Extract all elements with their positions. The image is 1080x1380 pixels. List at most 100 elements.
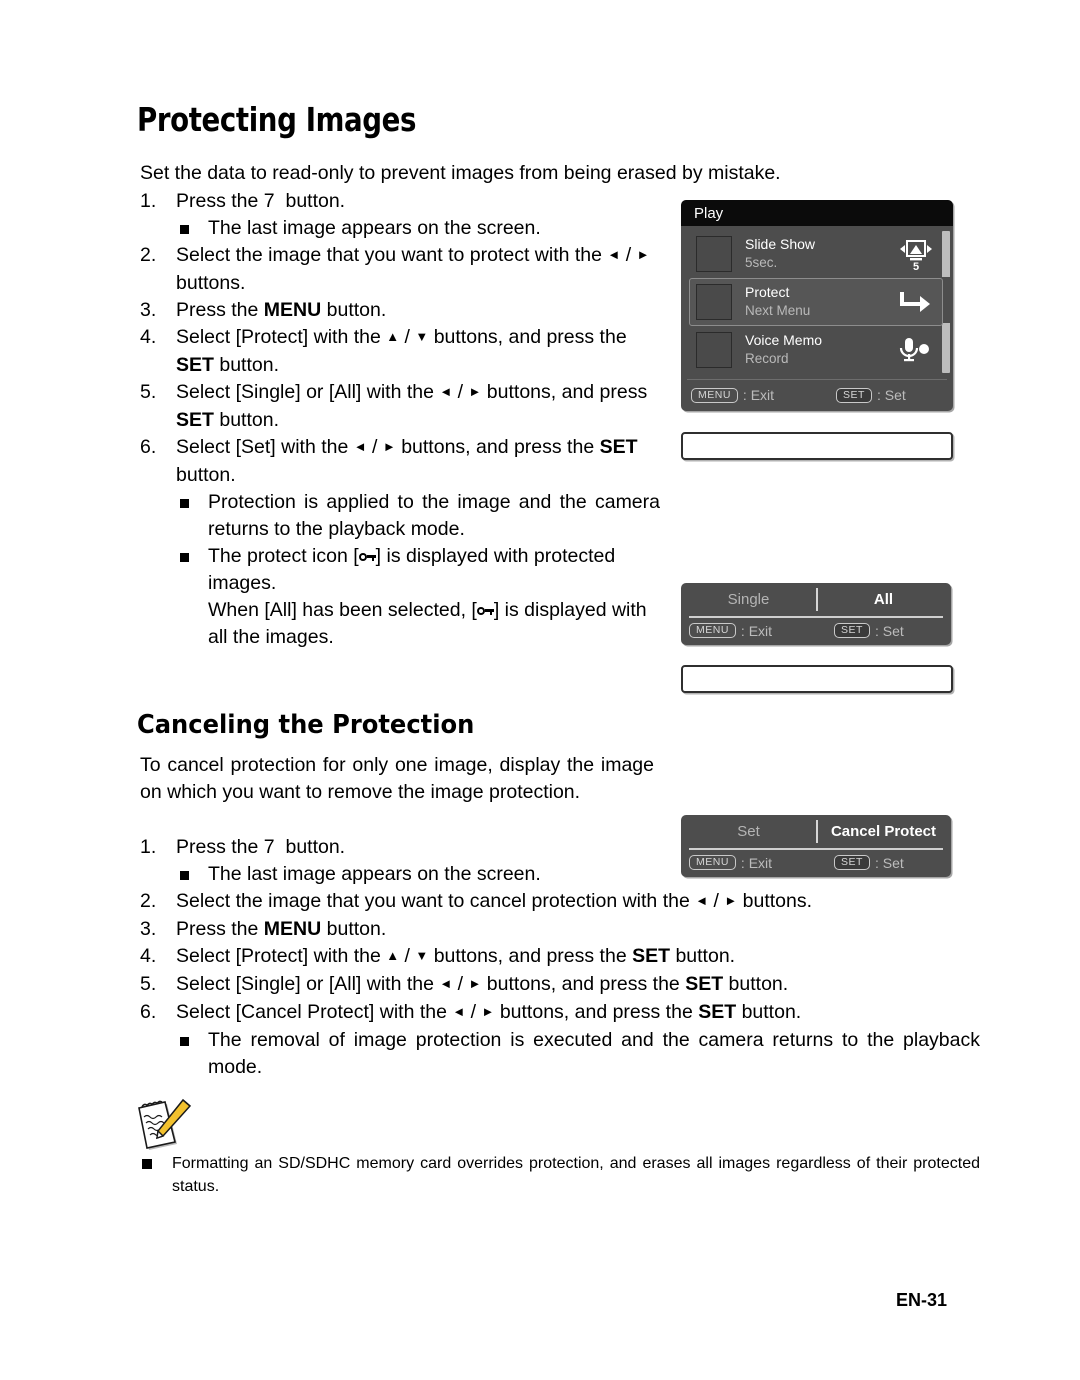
step-text: Select the image that you want to cancel… [176,890,812,912]
menu-key-badge: MENU [689,623,736,638]
menu-item-voice-memo[interactable]: Voice Memo Record [689,326,943,374]
menu-item-value: Next Menu [745,302,811,318]
scrollbar[interactable] [942,231,950,373]
step-number: 3. [140,918,157,940]
note-text-block: Formatting an SD/SDHC memory card overri… [140,1152,980,1198]
step-item: 4. Select [Protect] with the / buttons, … [140,943,980,971]
hint-label: : Set [876,387,906,403]
square-bullet-icon [180,1037,189,1046]
hint-label: : Exit [740,622,773,639]
scrollbar-thumb[interactable] [942,277,950,323]
next-menu-arrow-icon [896,285,936,319]
step-text: Select [Set] with the / buttons, and pre… [176,436,638,486]
hint-set-set: SET : Set [834,855,904,871]
left-arrow-icon [452,1001,465,1023]
option-cancel-protect[interactable]: Cancel Protect [816,823,951,840]
step-text: Press the MENU button. [176,918,387,940]
option-panel-hints: MENU : Exit SET : Set [681,850,951,876]
step-sub-text: The last image appears on the screen. [208,863,541,885]
step-text: Select [Cancel Protect] with the / butto… [176,1001,801,1023]
hint-label: : Set [874,622,904,639]
single-all-option-panel: Single All MENU : Exit SET : Set [681,583,951,645]
svg-text:5: 5 [913,261,919,271]
page-title: Protecting Images [137,100,417,139]
left-arrow-icon [354,436,367,458]
step-sub-text: The protect icon [] is displayed with pr… [208,545,647,648]
step-item: 4. Select [Protect] with the / buttons, … [140,324,660,379]
option-all[interactable]: All [816,591,951,608]
step-item: 2. Select the image that you want to can… [140,888,980,916]
note-item-text: Formatting an SD/SDHC memory card overri… [172,1155,980,1195]
step-item: 3. Press the MENU button. [140,916,980,943]
slideshow-icon: 5 [896,237,936,273]
left-arrow-icon [439,973,452,995]
hint-menu-exit: MENU : Exit [689,623,772,639]
blank-image-placeholder-2 [681,665,953,693]
protect-key-icon [358,551,376,563]
manual-page: Protecting Images Set the data to read-o… [0,0,1080,1380]
step-number: 2. [140,244,157,266]
square-bullet-icon [180,499,189,508]
step-item: 5. Select [Single] or [All] with the / b… [140,971,980,999]
option-set[interactable]: Set [681,823,816,840]
step-sub-text: Protection is applied to the image and t… [208,491,660,540]
step-text: Select [Single] or [All] with the / butt… [176,381,647,431]
menu-item-thumbnail [696,236,732,272]
menu-item-thumbnail [696,332,732,368]
footer-page-number: EN-31 [895,1290,947,1310]
notepad-pencil-icon [133,1098,195,1154]
menu-item-protect[interactable]: Protect Next Menu [689,278,943,326]
option-divider [816,820,818,843]
right-arrow-icon [724,890,737,912]
protect-key-icon [476,605,494,617]
set-key-badge: SET [834,855,870,870]
down-arrow-icon [415,326,428,348]
step-number: 4. [140,945,157,967]
option-single[interactable]: Single [681,591,816,608]
set-cancel-protect-option-panel: Set Cancel Protect MENU : Exit SET : Set [681,815,951,877]
menu-item-label: Voice Memo [745,332,823,349]
square-bullet-icon [142,1159,152,1169]
step-item: 3. Press the MENU button. [140,297,660,324]
set-key-badge: SET [834,623,870,638]
step-item: 1. Press the 7 button. The last image ap… [140,188,660,242]
step-sub-text: The last image appears on the screen. [208,217,541,239]
protecting-images-steps: 1. Press the 7 button. The last image ap… [140,188,660,651]
section-heading-canceling: Canceling the Protection [137,710,475,740]
menu-item-slide-show[interactable]: Slide Show 5sec. 5 [689,230,943,278]
canceling-intro: To cancel protection for only one image,… [140,754,654,803]
menu-item-value: Record [745,350,789,366]
step-text: Press the 7 button. [176,836,346,858]
menu-item-label: Protect [745,284,790,301]
square-bullet-icon [180,871,189,880]
step-number: 1. [140,190,157,212]
hint-label: : Set [874,854,904,871]
step-sub-item: The removal of image protection is execu… [176,1027,980,1081]
step-text: Select [Single] or [All] with the / butt… [176,973,788,995]
step-number: 2. [140,890,157,912]
set-key-badge: SET [836,387,872,403]
menu-key-badge: MENU [689,855,736,870]
step-number: 1. [140,836,157,858]
step-number: 6. [140,436,157,458]
menu-key-badge: MENU [691,387,738,403]
play-menu-list: Slide Show 5sec. 5 Protect Next Menu Voi… [681,226,953,376]
hint-menu-exit: MENU : Exit [689,855,772,871]
right-arrow-icon [469,381,482,403]
step-item: 6. Select [Set] with the / buttons, and … [140,434,660,651]
right-arrow-icon [482,1001,495,1023]
step-sub-item: The protect icon [] is displayed with pr… [176,543,660,651]
up-arrow-icon [386,326,399,348]
menu-item-thumbnail [696,284,732,320]
hint-label: : Exit [740,854,773,871]
step-item: 5. Select [Single] or [All] with the / b… [140,379,660,434]
hint-set-set: SET : Set [834,623,904,639]
step-text: Press the MENU button. [176,299,387,321]
square-bullet-icon [180,553,189,562]
option-panel-hints: MENU : Exit SET : Set [681,618,951,644]
play-menu-hints: MENU : Exit SET : Set [681,380,953,410]
step-text: Select [Protect] with the / buttons, and… [176,945,735,967]
hint-menu-exit: MENU : Exit [691,387,774,403]
step-number: 6. [140,1001,157,1023]
option-divider [816,588,818,611]
